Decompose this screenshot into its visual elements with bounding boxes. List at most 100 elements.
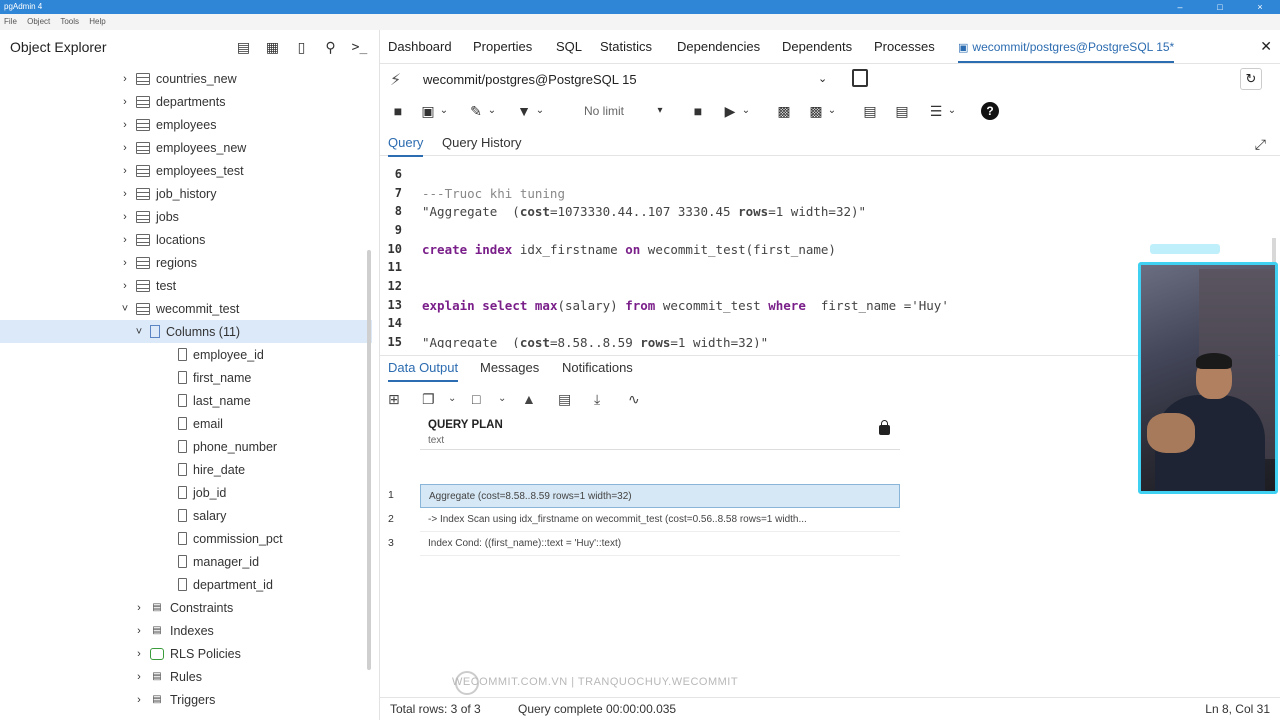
tree-item[interactable]: phone_number bbox=[0, 435, 372, 458]
tab-dependents[interactable]: Dependents bbox=[782, 39, 852, 54]
tree-item[interactable]: ˅ Columns (11) bbox=[0, 320, 372, 343]
tab-dependencies[interactable]: Dependencies bbox=[677, 39, 760, 54]
tab-query-history[interactable]: Query History bbox=[442, 135, 521, 150]
tree-item[interactable]: › ▤ Constraints bbox=[0, 596, 372, 619]
tree-item[interactable]: › regions bbox=[0, 251, 372, 274]
explorer-scrollbar[interactable] bbox=[367, 250, 371, 670]
table-row[interactable]: 2 -> Index Scan using idx_firstname on w… bbox=[380, 508, 900, 532]
open-file-icon[interactable]: ■ bbox=[388, 100, 408, 122]
row-limit-select[interactable]: No limit bbox=[584, 104, 624, 118]
chevron-right-icon[interactable]: › bbox=[118, 96, 132, 108]
table-cell[interactable]: Index Cond: ((first_name)::text = 'Huy':… bbox=[420, 532, 900, 556]
tree-item[interactable]: manager_id bbox=[0, 550, 372, 573]
chevron-right-icon[interactable]: › bbox=[118, 119, 132, 131]
tree-item[interactable]: › employees bbox=[0, 113, 372, 136]
table-cell[interactable]: -> Index Scan using idx_firstname on wec… bbox=[420, 508, 900, 532]
search-icon[interactable]: ⚲ bbox=[321, 38, 340, 56]
stop-icon[interactable]: ■ bbox=[688, 100, 708, 122]
refresh-icon[interactable]: ↻ bbox=[1240, 68, 1262, 90]
chevron-down-icon[interactable]: ⌄ bbox=[818, 72, 827, 85]
tree-item[interactable]: › departments bbox=[0, 90, 372, 113]
paste-icon[interactable]: □ bbox=[472, 388, 480, 410]
download-icon[interactable]: ⤓ bbox=[594, 388, 600, 410]
help-icon[interactable]: ? bbox=[981, 102, 999, 120]
delete-icon[interactable]: ▲ bbox=[522, 388, 536, 410]
chevron-down-icon[interactable]: ⌄ bbox=[498, 388, 506, 410]
commit-icon[interactable]: ▤ bbox=[860, 100, 880, 122]
add-row-icon[interactable]: ⊞ bbox=[388, 388, 400, 410]
macros-list-icon[interactable]: ☰ bbox=[926, 100, 946, 122]
menu-file[interactable]: File bbox=[4, 17, 17, 26]
tree-item[interactable]: › jobs bbox=[0, 205, 372, 228]
tab-properties[interactable]: Properties bbox=[473, 39, 532, 54]
chevron-right-icon[interactable]: › bbox=[118, 234, 132, 246]
chevron-down-icon[interactable]: ⌄ bbox=[448, 388, 456, 410]
filter-table-icon[interactable]: ▯ bbox=[292, 38, 311, 56]
chevron-right-icon[interactable]: › bbox=[132, 671, 146, 683]
table-view-icon[interactable]: ▦ bbox=[263, 38, 282, 56]
maximize-button[interactable]: □ bbox=[1200, 0, 1240, 14]
filter-icon[interactable]: ▼ bbox=[514, 100, 534, 122]
tree-item[interactable]: › ▤ Rules bbox=[0, 665, 372, 688]
chevron-right-icon[interactable]: › bbox=[118, 188, 132, 200]
tab-sql[interactable]: SQL bbox=[556, 39, 582, 54]
connection-name[interactable]: wecommit/postgres@PostgreSQL 15 bbox=[423, 72, 637, 87]
chevron-right-icon[interactable]: › bbox=[132, 694, 146, 706]
tree-item[interactable]: employee_id bbox=[0, 343, 372, 366]
menu-help[interactable]: Help bbox=[89, 17, 105, 26]
chevron-down-icon[interactable]: ˅ bbox=[118, 303, 132, 315]
tree-item[interactable]: hire_date bbox=[0, 458, 372, 481]
tree-item[interactable]: last_name bbox=[0, 389, 372, 412]
chevron-down-icon[interactable]: ˅ bbox=[132, 326, 146, 338]
tree-item[interactable]: first_name bbox=[0, 366, 372, 389]
graph-icon[interactable]: ∿ bbox=[628, 388, 640, 410]
chevron-right-icon[interactable]: › bbox=[118, 211, 132, 223]
close-tab-icon[interactable]: ✕ bbox=[1260, 38, 1272, 55]
tab-messages[interactable]: Messages bbox=[480, 360, 539, 375]
chevron-down-icon[interactable]: ⌄ bbox=[486, 100, 498, 122]
chevron-down-icon[interactable]: ⌄ bbox=[438, 100, 450, 122]
chevron-right-icon[interactable]: › bbox=[118, 257, 132, 269]
tree-item[interactable]: › countries_new bbox=[0, 67, 372, 90]
rollback-icon[interactable]: ▤ bbox=[892, 100, 912, 122]
expand-icon[interactable]: ⤢ bbox=[1255, 136, 1266, 153]
tree-item[interactable]: › ▤ Indexes bbox=[0, 619, 372, 642]
menu-object[interactable]: Object bbox=[27, 17, 50, 26]
chevron-right-icon[interactable]: › bbox=[132, 625, 146, 637]
chevron-down-icon[interactable]: ⌄ bbox=[826, 100, 838, 122]
tree-item[interactable]: › employees_test bbox=[0, 159, 372, 182]
terminal-icon[interactable]: >_ bbox=[350, 38, 369, 56]
table-cell[interactable]: Aggregate (cost=8.58..8.59 rows=1 width=… bbox=[420, 484, 900, 508]
explain-analyze-icon[interactable]: ▩ bbox=[806, 100, 826, 122]
tree-item[interactable]: department_id bbox=[0, 573, 372, 596]
tree-item[interactable]: salary bbox=[0, 504, 372, 527]
chevron-right-icon[interactable]: › bbox=[118, 73, 132, 85]
save-data-icon[interactable]: ▤ bbox=[558, 388, 571, 410]
tree-item[interactable]: › RLS Policies bbox=[0, 642, 372, 665]
chevron-down-icon[interactable]: ⌄ bbox=[946, 100, 958, 122]
tab-query-tool[interactable]: ▣ wecommit/postgres@PostgreSQL 15* bbox=[958, 40, 1175, 63]
connection-bar[interactable]: ⚡ wecommit/postgres@PostgreSQL 15 ⌄ ↻ bbox=[390, 68, 1270, 94]
database-icon[interactable] bbox=[852, 69, 868, 87]
save-icon[interactable]: ▣ bbox=[418, 100, 438, 122]
tree-item[interactable]: ˅ wecommit_test bbox=[0, 297, 372, 320]
chevron-right-icon[interactable]: › bbox=[132, 648, 146, 660]
chevron-right-icon[interactable]: › bbox=[132, 602, 146, 614]
grid-column-header[interactable]: QUERY PLAN text bbox=[420, 414, 900, 450]
close-window-button[interactable]: × bbox=[1240, 0, 1280, 14]
chevron-down-icon[interactable]: ⌄ bbox=[740, 100, 752, 122]
execute-play-icon[interactable]: ▶ bbox=[720, 100, 740, 122]
table-row[interactable]: 1 Aggregate (cost=8.58..8.59 rows=1 widt… bbox=[380, 484, 900, 508]
tab-data-output[interactable]: Data Output bbox=[388, 360, 459, 382]
database-icon[interactable]: ▤ bbox=[234, 38, 253, 56]
tree-item[interactable]: › employees_new bbox=[0, 136, 372, 159]
chevron-down-icon[interactable]: ⌄ bbox=[534, 100, 546, 122]
chevron-right-icon[interactable]: › bbox=[118, 142, 132, 154]
table-row[interactable]: 3 Index Cond: ((first_name)::text = 'Huy… bbox=[380, 532, 900, 556]
minimize-button[interactable]: – bbox=[1160, 0, 1200, 14]
tree-item[interactable]: commission_pct bbox=[0, 527, 372, 550]
tree-item[interactable]: › ▤ Triggers bbox=[0, 688, 372, 711]
tab-query[interactable]: Query bbox=[388, 135, 424, 157]
tab-statistics[interactable]: Statistics bbox=[600, 39, 652, 54]
tree-item[interactable]: email bbox=[0, 412, 372, 435]
